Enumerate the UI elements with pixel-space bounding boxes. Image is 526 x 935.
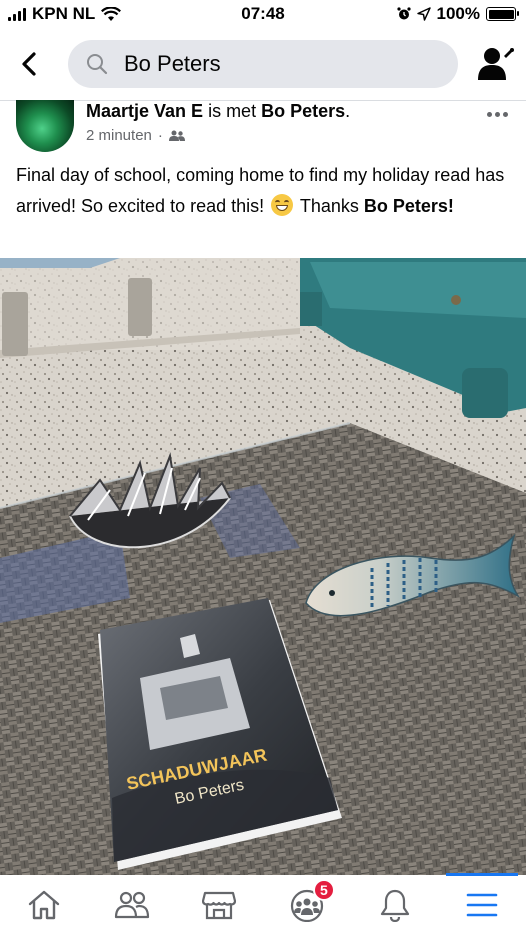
chevron-left-icon	[22, 52, 36, 76]
bottom-nav: 5	[0, 873, 526, 935]
nav-marketplace[interactable]	[175, 875, 263, 935]
search-header: Bo Peters	[0, 34, 526, 94]
profile-search-button[interactable]	[478, 46, 516, 82]
battery-percent: 100%	[436, 4, 480, 23]
search-input[interactable]: Bo Peters	[68, 40, 458, 88]
alarm-icon	[396, 7, 411, 20]
more-dot	[486, 111, 492, 117]
post-photo[interactable]: SCHADUWJAAR Bo Peters	[0, 258, 526, 875]
tagged-name[interactable]: Bo Peters	[261, 101, 345, 121]
meta-separator: ·	[157, 127, 163, 144]
more-dot	[502, 111, 508, 117]
post-timestamp[interactable]: 2 minuten	[86, 127, 152, 144]
author-period: .	[345, 101, 351, 121]
search-icon	[86, 53, 108, 75]
nav-home[interactable]	[0, 875, 88, 935]
friends-icon	[168, 130, 185, 141]
post-thanks: Thanks	[299, 196, 359, 216]
post-meta: 2 minuten ·	[86, 127, 185, 144]
home-icon	[28, 890, 60, 920]
author-name[interactable]: Maartje Van E	[86, 101, 203, 121]
post-author-line: Maartje Van E is met Bo Peters.	[86, 101, 350, 122]
status-right: 100%	[396, 4, 519, 24]
more-options-button[interactable]	[484, 104, 510, 124]
thanks-tag[interactable]: Bo Peters	[364, 196, 448, 216]
location-icon	[416, 7, 431, 21]
bell-icon	[380, 889, 409, 922]
photo-scene: SCHADUWJAAR Bo Peters	[0, 258, 526, 875]
friends-icon	[114, 891, 149, 919]
status-bar: KPN NL 07:48 100%	[0, 0, 526, 30]
notification-badge: 5	[312, 879, 335, 901]
grinning-face-icon	[271, 194, 294, 216]
avatar[interactable]	[16, 100, 74, 152]
marketplace-icon	[202, 891, 237, 920]
with-text: is met	[203, 101, 262, 121]
person-settings-icon	[478, 48, 514, 80]
thanks-end: !	[447, 196, 454, 216]
search-query: Bo Peters	[124, 51, 221, 76]
menu-icon	[466, 893, 498, 917]
nav-friends[interactable]	[88, 875, 176, 935]
nav-notifications[interactable]	[351, 875, 439, 935]
battery-icon	[486, 7, 519, 21]
nav-menu[interactable]	[438, 873, 526, 935]
post-text: Final day of school, coming home to find…	[16, 160, 516, 222]
back-button[interactable]	[14, 47, 44, 81]
more-dot	[494, 111, 500, 117]
nav-groups[interactable]: 5	[263, 875, 351, 935]
